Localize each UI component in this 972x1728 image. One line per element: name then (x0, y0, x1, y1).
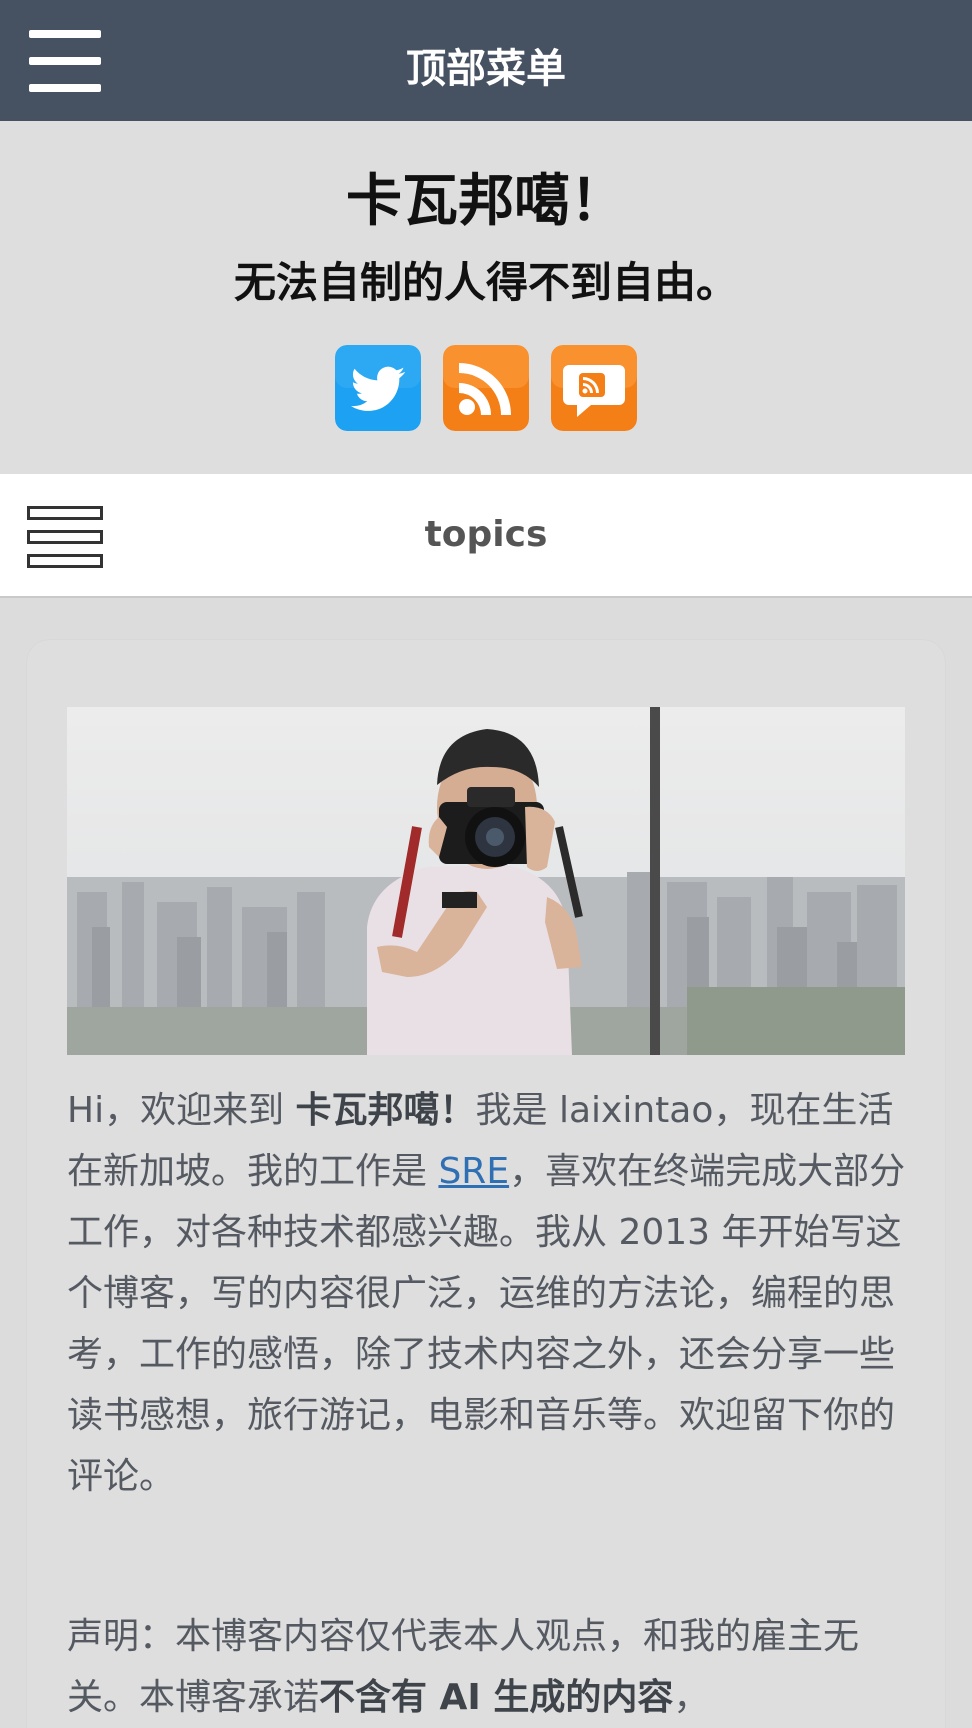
intro-site-name: 卡瓦邦噶！ (295, 1090, 476, 1131)
comments-feed-icon[interactable] (551, 345, 637, 431)
rss-feed-icon[interactable] (443, 345, 529, 431)
intro-paragraph: Hi，欢迎来到 卡瓦邦噶！我是 laixintao，现在生活在新加坡。我的工作是… (67, 1080, 907, 1507)
top-menu-bar: 顶部菜单 (0, 0, 972, 121)
notice-paragraph: 声明：本博客内容仅代表本人观点，和我的雇主无关。本博客承诺不含有 AI 生成的内… (67, 1606, 907, 1728)
notice-text-2: ， (673, 1677, 710, 1718)
twitter-icon[interactable] (335, 345, 421, 431)
topics-bar: topics (0, 474, 972, 598)
site-title[interactable]: 卡瓦邦噶！ (0, 156, 972, 237)
site-header: 卡瓦邦噶！ 无法自制的人得不到自由。 (0, 121, 972, 474)
site-motto: 无法自制的人得不到自由。 (233, 258, 738, 307)
intro-text-3: ，喜欢在终端完成大部分工作，对各种技术都感兴趣。我从 2013 年开始写这个博客… (67, 1151, 906, 1497)
topics-label[interactable]: topics (0, 514, 972, 555)
top-menu-title[interactable]: 顶部菜单 (0, 36, 972, 94)
sre-link[interactable]: SRE (438, 1151, 509, 1192)
author-photo (67, 707, 905, 1055)
intro-card: Hi，欢迎来到 卡瓦邦噶！我是 laixintao，现在生活在新加坡。我的工作是… (27, 640, 945, 1728)
notice-ai-free: 不含有 AI 生成的内容 (319, 1677, 674, 1718)
intro-text-1: Hi，欢迎来到 (67, 1090, 296, 1131)
